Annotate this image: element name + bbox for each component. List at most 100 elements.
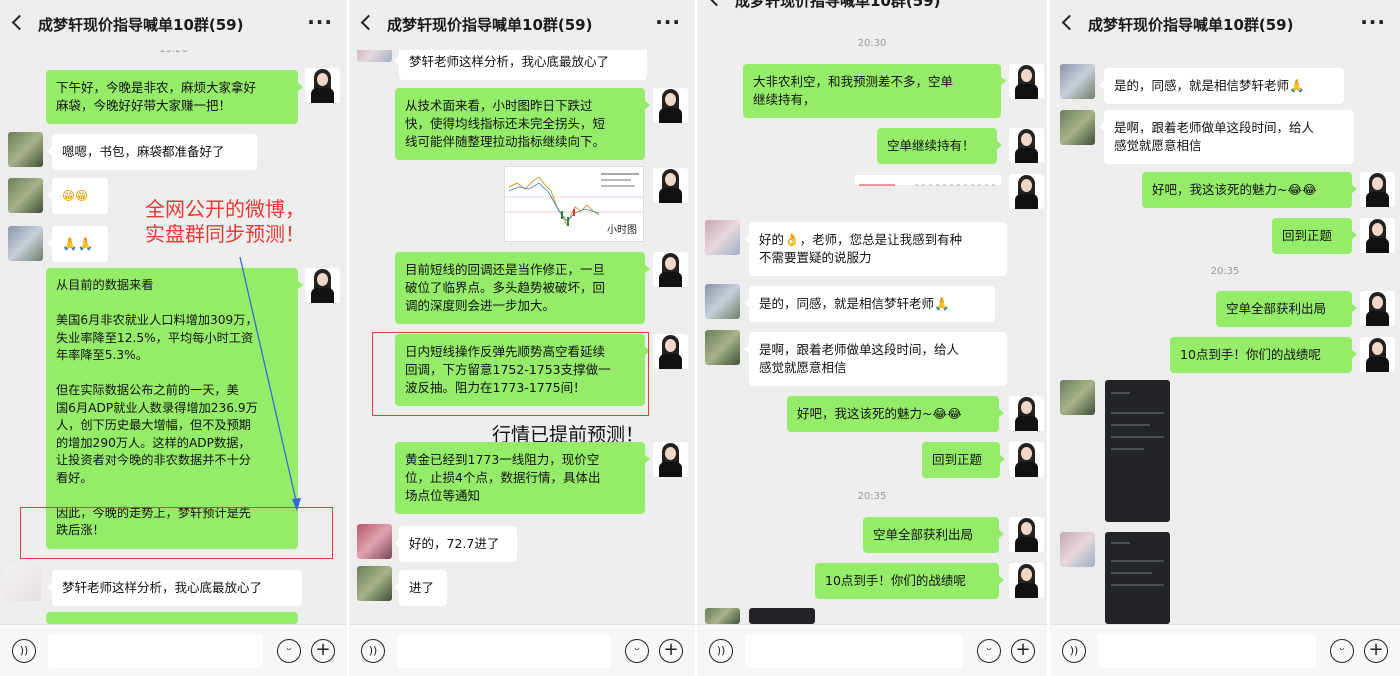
input-bar: )) ᵕ +: [697, 624, 1047, 676]
back-arrow-icon[interactable]: [11, 14, 28, 31]
more-icon[interactable]: ···: [307, 10, 333, 34]
plus-icon[interactable]: +: [659, 639, 683, 663]
timestamp: 20:35: [857, 491, 887, 502]
message-input[interactable]: [397, 634, 611, 668]
avatar[interactable]: [653, 252, 688, 287]
chat-header: 成梦轩现价指导喊单10群(59) ···: [0, 0, 347, 50]
message-input[interactable]: [48, 634, 263, 668]
chat-bubble-received[interactable]: 是的，同感，就是相信梦轩老师🙏: [1099, 68, 1344, 104]
message-input[interactable]: [1098, 634, 1316, 668]
chat-bubble-sent[interactable]: 好吧，我这该死的魅力~😂😂: [787, 396, 1004, 432]
chat-bubble-sent[interactable]: 10点到手！你们的战绩呢: [1170, 337, 1357, 373]
chat-bubble-received[interactable]: 好的，72.7进了: [394, 526, 517, 562]
chart-image-strip[interactable]: [855, 175, 1001, 186]
chat-bubble-received[interactable]: 😁😁: [47, 178, 108, 214]
chat-bubble-sent[interactable]: [46, 612, 303, 634]
chat-bubble-received[interactable]: 是啊，跟着老师做单这段时间，给人 感觉就愿意相信: [1099, 110, 1354, 164]
avatar[interactable]: [8, 132, 43, 167]
chart-image[interactable]: 小时图: [504, 166, 644, 242]
avatar[interactable]: [1360, 291, 1395, 326]
chat-bubble-received[interactable]: 进了: [394, 570, 447, 606]
more-icon[interactable]: ···: [1360, 10, 1386, 34]
chat-bubble-sent[interactable]: 空单全部获利出局: [863, 517, 1004, 553]
more-icon[interactable]: ···: [1007, 0, 1033, 10]
chat-bubble-sent[interactable]: 目前短线的回调还是当作修正，一旦 破位了临界点。多头趋势被破坏，回 调的深度则会…: [395, 252, 650, 324]
chat-panel-3: 成梦轩现价指导喊单10群(59) ··· 20:30 大非农利空，和我预测差不多…: [697, 0, 1047, 676]
chat-bubble-received[interactable]: 嗯嗯，书包，麻袋都准备好了: [47, 134, 257, 170]
voice-icon[interactable]: )): [361, 639, 385, 663]
voice-icon[interactable]: )): [1062, 639, 1086, 663]
chat-bubble-sent[interactable]: 空单继续持有！: [877, 128, 1002, 164]
avatar[interactable]: [653, 334, 688, 369]
avatar[interactable]: [305, 268, 340, 303]
chat-bubble-received[interactable]: 是的，同感，就是相信梦轩老师🙏: [744, 286, 995, 322]
emoji-icon[interactable]: ᵕ: [977, 639, 1001, 663]
avatar[interactable]: [6, 566, 41, 601]
avatar[interactable]: [1060, 380, 1095, 415]
timestamp: 20:30: [857, 38, 887, 49]
screenshot-image[interactable]: [1105, 380, 1170, 522]
avatar[interactable]: [653, 442, 688, 477]
chat-bubble-sent[interactable]: 空单全部获利出局: [1216, 291, 1357, 327]
chat-bubble-sent[interactable]: 从技术面来看，小时图昨日下跌过 快，使得均线指标还未完全拐头，短 线可能伴随整理…: [395, 88, 650, 160]
avatar[interactable]: [357, 566, 392, 601]
avatar[interactable]: [705, 220, 740, 255]
chart-strip-icon: [859, 184, 995, 186]
input-bar: )) ᵕ +: [349, 624, 695, 676]
screenshot-image[interactable]: [1105, 532, 1170, 624]
chat-bubble-received[interactable]: 好的👌，老师，您总是让我感到有种 不需要置疑的说服力: [744, 222, 1007, 276]
avatar[interactable]: [1009, 128, 1044, 163]
avatar[interactable]: [653, 168, 688, 203]
avatar[interactable]: [305, 68, 340, 103]
plus-icon[interactable]: +: [1364, 639, 1388, 663]
arrow-annotation: [239, 256, 301, 511]
avatar[interactable]: [653, 88, 688, 123]
avatar[interactable]: [1009, 442, 1044, 477]
more-icon[interactable]: ···: [655, 10, 681, 34]
avatar[interactable]: [1060, 110, 1095, 145]
avatar[interactable]: [1009, 517, 1044, 552]
chat-bubble-sent[interactable]: 10点到手！你们的战绩呢: [815, 563, 1004, 599]
emoji-icon[interactable]: ᵕ: [625, 639, 649, 663]
back-arrow-icon[interactable]: [1061, 14, 1078, 31]
avatar[interactable]: [1060, 532, 1095, 567]
chat-bubble-received[interactable]: 🙏🙏: [47, 226, 108, 262]
chat-bubble-received[interactable]: 梦轩老师这样分析，我心底最放心了: [47, 570, 302, 606]
input-bar: )) ᵕ +: [0, 624, 347, 676]
avatar[interactable]: [1360, 218, 1395, 253]
chat-title: 成梦轩现价指导喊单10群(59): [735, 0, 941, 10]
chat-bubble-sent[interactable]: 黄金已经到1773一线阻力，现价空 位，止损4个点，数据行情，具体出 场点位等通…: [395, 442, 650, 514]
chat-bubble-sent[interactable]: 好吧，我这该死的魅力~😂😂: [1142, 172, 1357, 208]
avatar[interactable]: [1360, 337, 1395, 372]
back-arrow-icon[interactable]: [360, 14, 377, 31]
avatar[interactable]: [1009, 563, 1044, 598]
chat-bubble-sent[interactable]: 回到正题: [1272, 218, 1357, 254]
back-arrow-icon[interactable]: [708, 0, 725, 7]
voice-icon[interactable]: )): [709, 639, 733, 663]
voice-icon[interactable]: )): [12, 639, 36, 663]
chat-bubble-received[interactable]: 是啊，跟着老师做单这段时间，给人 感觉就愿意相信: [744, 332, 1007, 386]
avatar[interactable]: [1360, 172, 1395, 207]
plus-icon[interactable]: +: [311, 639, 335, 663]
avatar[interactable]: [1060, 64, 1095, 99]
emoji-icon[interactable]: ᵕ: [277, 639, 301, 663]
chart-caption: 小时图: [607, 225, 637, 236]
avatar[interactable]: [8, 226, 43, 261]
avatar[interactable]: [705, 330, 740, 365]
message-input[interactable]: [745, 634, 963, 668]
chat-bubble-sent[interactable]: 下午好，今晚是非农，麻烦大家拿好 麻袋，今晚好好带大家赚一把！: [46, 70, 303, 124]
avatar[interactable]: [1009, 174, 1044, 209]
plus-icon[interactable]: +: [1011, 639, 1035, 663]
avatar[interactable]: [705, 284, 740, 319]
chat-header: 成梦轩现价指导喊单10群(59) ···: [349, 0, 695, 50]
screenshot-image[interactable]: [749, 608, 815, 624]
avatar[interactable]: [8, 178, 43, 213]
avatar[interactable]: [1009, 396, 1044, 431]
chat-bubble-sent[interactable]: 大非农利空，和我预测差不多，空单 继续持有，: [743, 64, 1006, 118]
avatar[interactable]: [1009, 64, 1044, 99]
avatar[interactable]: [705, 608, 740, 624]
avatar[interactable]: [357, 524, 392, 559]
emoji-icon[interactable]: ᵕ: [1330, 639, 1354, 663]
chat-bubble-sent[interactable]: 回到正题: [922, 442, 1005, 478]
chat-panel-4: 成梦轩现价指导喊单10群(59) ··· 是的，同感，就是相信梦轩老师🙏 是啊，…: [1050, 0, 1400, 676]
